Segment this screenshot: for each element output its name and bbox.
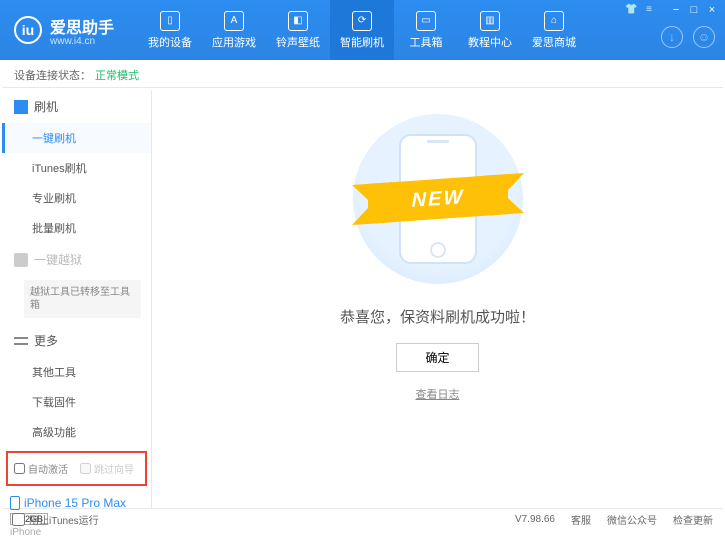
menu-icon[interactable]: ≡ — [643, 4, 655, 15]
group-label: 一键越狱 — [34, 251, 82, 268]
group-label: 更多 — [34, 332, 58, 349]
nav-apps[interactable]: A 应用游戏 — [202, 0, 266, 60]
maximize-icon[interactable]: □ — [687, 4, 701, 16]
nav-label: 铃声壁纸 — [276, 34, 320, 50]
more-icon — [14, 337, 28, 345]
download-icon[interactable]: ↓ — [661, 26, 683, 48]
nav-flash[interactable]: ⟳ 智能刷机 — [330, 0, 394, 60]
nav-label: 我的设备 — [148, 34, 192, 50]
sidebar-options-box: 自动激活 跳过向导 — [6, 451, 147, 486]
status-mode: 正常模式 — [95, 67, 139, 83]
lock-icon — [14, 253, 28, 267]
status-label: 设备连接状态： — [14, 67, 91, 83]
checkbox-label: 自动激活 — [28, 461, 68, 476]
nav-label: 智能刷机 — [340, 34, 384, 50]
success-message: 恭喜您，保资料刷机成功啦！ — [340, 306, 535, 327]
nav-label: 应用游戏 — [212, 34, 256, 50]
nav-label: 教程中心 — [468, 34, 512, 50]
store-icon: ⌂ — [544, 11, 564, 31]
app-name: 爱思助手 — [50, 20, 114, 37]
status-bar: 设备连接状态： 正常模式 — [2, 62, 723, 88]
customer-service-link[interactable]: 客服 — [571, 512, 591, 527]
title-small-icons: 👕 ≡ — [625, 4, 655, 15]
phone-icon — [10, 496, 20, 510]
sidebar-item-batch-flash[interactable]: 批量刷机 — [2, 213, 151, 243]
success-illustration: NEW — [353, 114, 523, 284]
device-name: iPhone 15 Pro Max — [24, 496, 126, 510]
user-icon[interactable]: ☺ — [693, 26, 715, 48]
check-update-link[interactable]: 检查更新 — [673, 512, 713, 527]
sidebar-item-oneclick-flash[interactable]: 一键刷机 — [2, 123, 151, 153]
group-label: 刷机 — [34, 98, 58, 115]
main-content: NEW 恭喜您，保资料刷机成功啦！ 确定 查看日志 — [152, 90, 723, 508]
checkbox-skip-guide: 跳过向导 — [80, 461, 134, 476]
wallpaper-icon: ◧ — [288, 11, 308, 31]
header-user-icons: ↓ ☺ — [661, 26, 715, 48]
window-controls: − □ × — [669, 4, 719, 16]
flash-icon: ⟳ — [352, 11, 372, 31]
sidebar-item-advanced[interactable]: 高级功能 — [2, 417, 151, 447]
device-icon: ▯ — [160, 11, 180, 31]
sidebar-item-other-tools[interactable]: 其他工具 — [2, 357, 151, 387]
flash-group-icon — [14, 100, 28, 114]
nav-toolbox[interactable]: ▭ 工具箱 — [394, 0, 458, 60]
sidebar-group-flash[interactable]: 刷机 — [2, 90, 151, 123]
checkbox-label: 跳过向导 — [94, 461, 134, 476]
sidebar-item-itunes-flash[interactable]: iTunes刷机 — [2, 153, 151, 183]
checkbox-label: 阻止iTunes运行 — [29, 512, 99, 527]
nav-store[interactable]: ⌂ 爱思商城 — [522, 0, 586, 60]
top-nav: ▯ 我的设备 A 应用游戏 ◧ 铃声壁纸 ⟳ 智能刷机 ▭ 工具箱 ▥ 教程中心 ⌂ 爱思商城 — [138, 0, 586, 60]
view-log-link[interactable]: 查看日志 — [416, 386, 460, 402]
logo-icon: iu — [14, 16, 42, 44]
version-label: V7.98.66 — [515, 514, 555, 525]
app-header: iu 爱思助手 www.i4.cn ▯ 我的设备 A 应用游戏 ◧ 铃声壁纸 ⟳ 智能刷… — [0, 0, 725, 60]
nav-ringtones[interactable]: ◧ 铃声壁纸 — [266, 0, 330, 60]
tshirt-icon[interactable]: 👕 — [625, 4, 637, 15]
book-icon: ▥ — [480, 11, 500, 31]
site-url: www.i4.cn — [50, 36, 114, 47]
nav-label: 爱思商城 — [532, 34, 576, 50]
minimize-icon[interactable]: − — [669, 4, 683, 16]
toolbox-icon: ▭ — [416, 11, 436, 31]
checkbox-auto-activate[interactable]: 自动激活 — [14, 461, 68, 476]
sidebar-item-pro-flash[interactable]: 专业刷机 — [2, 183, 151, 213]
nav-tutorials[interactable]: ▥ 教程中心 — [458, 0, 522, 60]
sidebar-item-download-fw[interactable]: 下载固件 — [2, 387, 151, 417]
sidebar-group-jailbreak: 一键越狱 — [2, 243, 151, 276]
close-icon[interactable]: × — [705, 4, 719, 16]
device-type: iPhone — [10, 527, 143, 538]
apps-icon: A — [224, 11, 244, 31]
logo-area: iu 爱思助手 www.i4.cn — [0, 14, 128, 47]
wechat-link[interactable]: 微信公众号 — [607, 512, 657, 527]
sidebar: 刷机 一键刷机 iTunes刷机 专业刷机 批量刷机 一键越狱 越狱工具已转移至… — [2, 90, 152, 508]
jailbreak-note: 越狱工具已转移至工具箱 — [24, 280, 141, 318]
device-name-row: iPhone 15 Pro Max — [10, 496, 143, 510]
ok-button[interactable]: 确定 — [396, 343, 478, 372]
sidebar-group-more[interactable]: 更多 — [2, 324, 151, 357]
nav-label: 工具箱 — [410, 34, 443, 50]
new-ribbon: NEW — [368, 174, 508, 224]
nav-my-device[interactable]: ▯ 我的设备 — [138, 0, 202, 60]
checkbox-block-itunes[interactable]: 阻止iTunes运行 — [12, 512, 99, 527]
